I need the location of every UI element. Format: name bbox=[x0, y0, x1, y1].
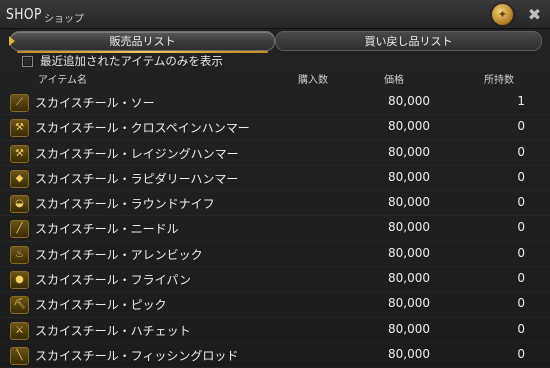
item-price: 80,000 bbox=[388, 220, 430, 235]
item-owned: 0 bbox=[517, 220, 525, 235]
frypan-icon: ● bbox=[10, 271, 29, 290]
list-item[interactable]: ⚒ スカイスチール・レイジングハンマー 80,000 0 bbox=[0, 141, 550, 166]
tab-buyback-list-label: 買い戻し品リスト bbox=[364, 35, 453, 48]
item-name: スカイスチール・フライパン bbox=[35, 273, 192, 288]
header-owned: 所持数 bbox=[484, 75, 514, 86]
alembic-icon: ♨ bbox=[10, 245, 29, 264]
tab-bar: 販売品リスト 買い戻し品リスト bbox=[9, 31, 542, 53]
item-price: 80,000 bbox=[388, 245, 430, 260]
cross-pein-hammer-icon: ⚒ bbox=[10, 119, 29, 138]
item-name: スカイスチール・ハチェット bbox=[35, 323, 191, 338]
hatchet-icon: ⚔ bbox=[10, 321, 29, 340]
item-name: スカイスチール・ラピダリーハンマー bbox=[35, 171, 239, 186]
item-name: スカイスチール・ソー bbox=[35, 96, 155, 110]
column-headers: アイテム名 購入数 価格 所持数 bbox=[0, 70, 550, 86]
header-price: 価格 bbox=[384, 75, 404, 86]
pickaxe-icon: ⛏ bbox=[10, 296, 29, 315]
header-purchase-qty: 購入数 bbox=[298, 75, 328, 86]
tab-buyback-list[interactable]: 買い戻し品リスト bbox=[275, 31, 542, 51]
title-bar: SHOP ショップ ✦ ✖ bbox=[0, 0, 550, 29]
item-owned: 0 bbox=[517, 144, 525, 159]
item-price: 80,000 bbox=[388, 321, 430, 336]
tab-sell-list-label: 販売品リスト bbox=[109, 35, 176, 48]
item-name: スカイスチール・ニードル bbox=[35, 222, 179, 237]
shop-window: SHOP ショップ ✦ ✖ 販売品リスト 買い戻し品リスト 最近追加されたアイテ… bbox=[0, 0, 550, 365]
item-owned: 0 bbox=[517, 195, 525, 210]
raising-hammer-icon: ⚒ bbox=[10, 144, 29, 163]
item-name: スカイスチール・ピック bbox=[35, 298, 167, 313]
list-item[interactable]: ⚔ スカイスチール・ハチェット 80,000 0 bbox=[0, 318, 550, 343]
tab-sell-list[interactable]: 販売品リスト bbox=[9, 31, 275, 53]
recent-filter-label: 最近追加されたアイテムのみを表示 bbox=[40, 54, 223, 68]
list-item[interactable]: ◒ スカイスチール・ラウンドナイフ 80,000 0 bbox=[0, 191, 550, 216]
list-item[interactable]: ╱ スカイスチール・ニードル 80,000 0 bbox=[0, 216, 550, 241]
item-name: スカイスチール・レイジングハンマー bbox=[35, 146, 239, 161]
fishing-rod-icon: ╲ bbox=[10, 346, 29, 365]
item-owned: 0 bbox=[517, 321, 525, 336]
item-price: 80,000 bbox=[388, 195, 430, 210]
list-item[interactable]: ⛏ スカイスチール・ピック 80,000 0 bbox=[0, 292, 550, 317]
item-name: スカイスチール・ラウンドナイフ bbox=[35, 197, 215, 212]
needle-icon: ╱ bbox=[10, 220, 29, 239]
list-item[interactable]: ⟋ スカイスチール・ソー 80,000 1 bbox=[0, 90, 550, 115]
item-price: 80,000 bbox=[388, 271, 430, 286]
item-name: スカイスチール・フィッシングロッド bbox=[35, 348, 239, 363]
window-subtitle: ショップ bbox=[44, 14, 84, 25]
recent-filter-checkbox[interactable] bbox=[22, 55, 33, 67]
window-title: SHOP bbox=[6, 5, 42, 23]
recent-filter[interactable]: 最近追加されたアイテムのみを表示 bbox=[22, 53, 223, 69]
item-price: 80,000 bbox=[388, 119, 430, 134]
list-item[interactable]: ● スカイスチール・フライパン 80,000 0 bbox=[0, 267, 550, 292]
item-owned: 0 bbox=[517, 346, 525, 361]
item-name: スカイスチール・クロスペインハンマー bbox=[35, 121, 250, 136]
item-list: ⟋ スカイスチール・ソー 80,000 1 ⚒ スカイスチール・クロスペインハン… bbox=[0, 90, 550, 368]
header-item-name: アイテム名 bbox=[38, 75, 87, 86]
saw-icon: ⟋ bbox=[10, 94, 29, 112]
item-price: 80,000 bbox=[388, 144, 430, 159]
list-item[interactable]: ⚒ スカイスチール・クロスペインハンマー 80,000 0 bbox=[0, 115, 550, 140]
list-item[interactable]: ╲ スカイスチール・フィッシングロッド 80,000 0 bbox=[0, 343, 550, 368]
list-item[interactable]: ◆ スカイスチール・ラピダリーハンマー 80,000 0 bbox=[0, 166, 550, 191]
currency-icon[interactable]: ✦ bbox=[492, 4, 513, 25]
item-price: 80,000 bbox=[388, 346, 430, 361]
item-owned: 0 bbox=[517, 245, 525, 260]
item-owned: 0 bbox=[517, 296, 525, 311]
item-price: 80,000 bbox=[388, 296, 430, 311]
item-price: 80,000 bbox=[388, 169, 430, 184]
lapidary-hammer-icon: ◆ bbox=[10, 169, 29, 188]
active-tab-marker-icon bbox=[9, 36, 15, 46]
close-icon[interactable]: ✖ bbox=[524, 4, 545, 25]
item-owned: 0 bbox=[517, 169, 525, 184]
item-owned: 0 bbox=[517, 119, 525, 134]
item-price: 80,000 bbox=[388, 94, 430, 108]
item-name: スカイスチール・アレンビック bbox=[35, 247, 203, 262]
item-owned: 1 bbox=[517, 94, 525, 108]
item-owned: 0 bbox=[517, 271, 525, 286]
list-item[interactable]: ♨ スカイスチール・アレンビック 80,000 0 bbox=[0, 242, 550, 267]
round-knife-icon: ◒ bbox=[10, 195, 29, 214]
